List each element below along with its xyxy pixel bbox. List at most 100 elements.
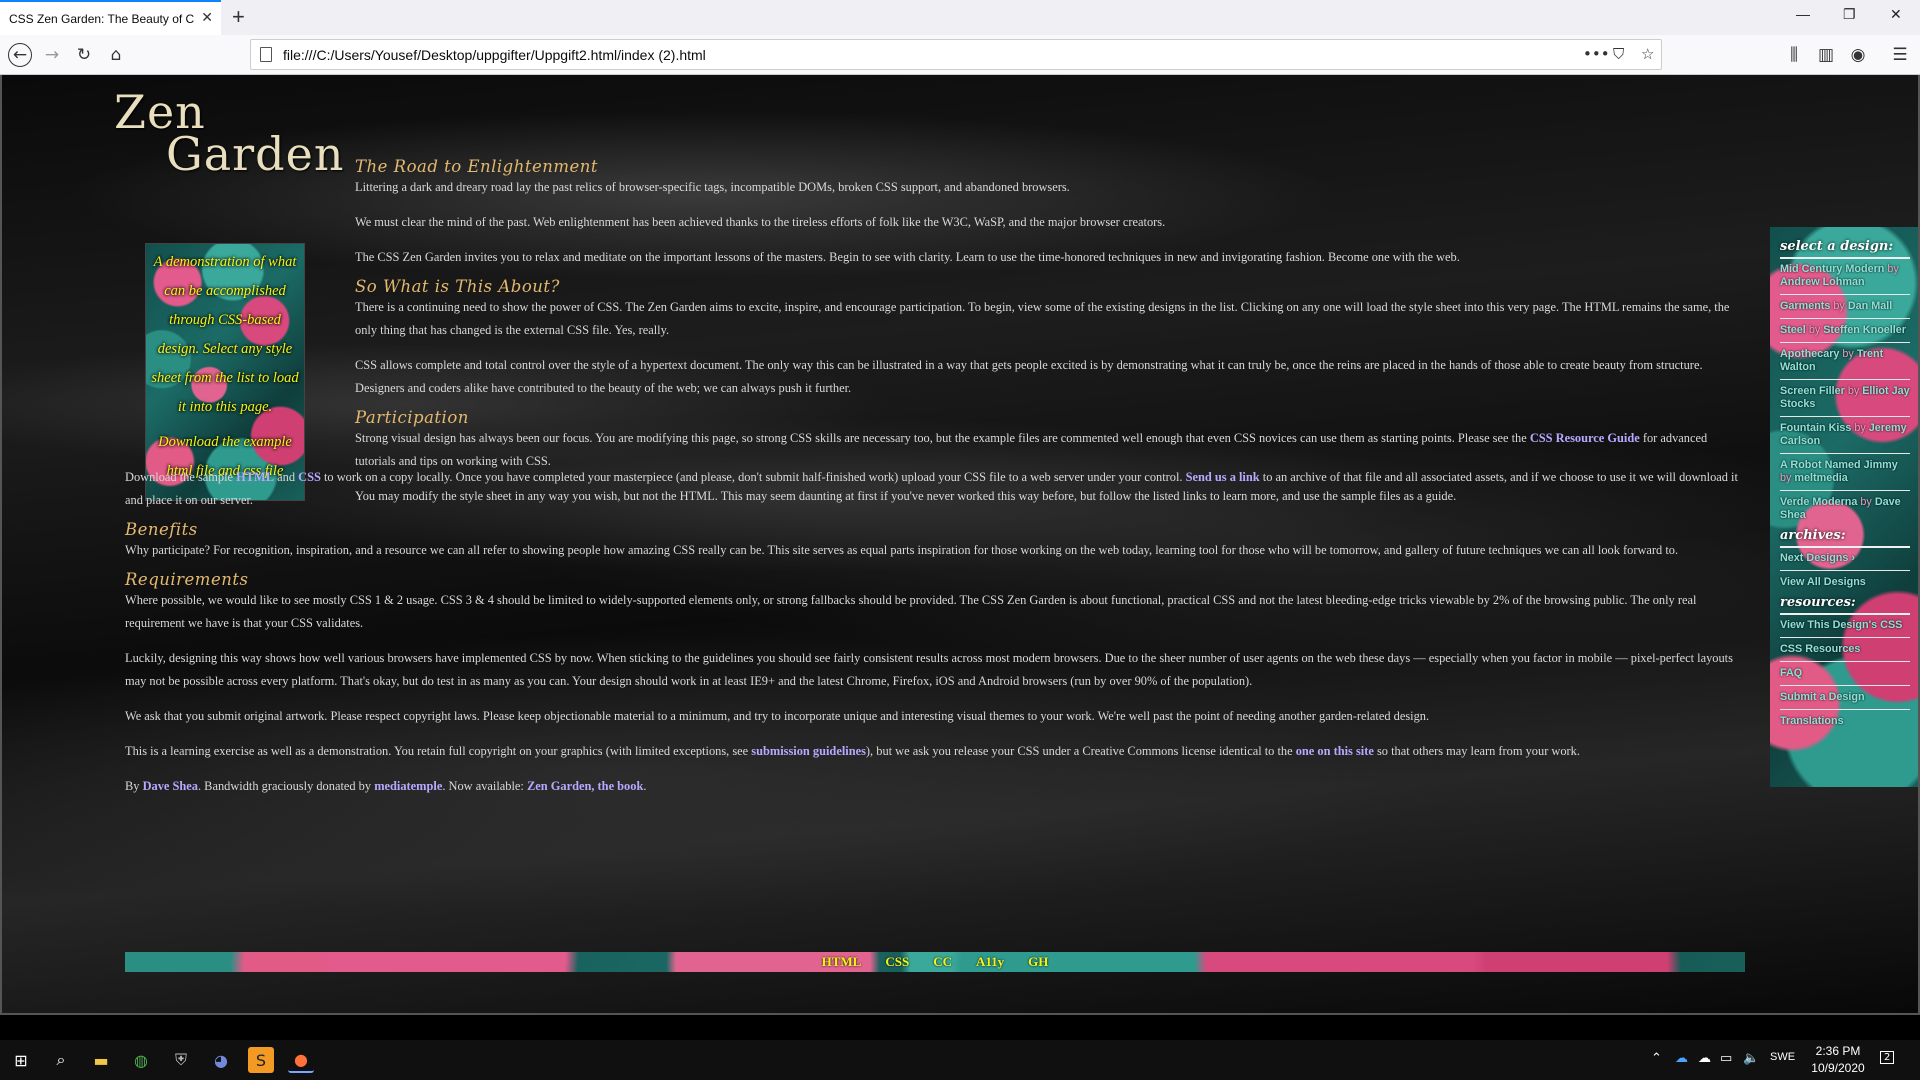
css-resource-guide-link[interactable]: CSS Resource Guide [1530, 431, 1640, 445]
design-name[interactable]: Screen Filler [1780, 385, 1845, 397]
resource-link[interactable]: FAQ [1780, 667, 1910, 680]
design-item[interactable]: Garments by Dan Mall [1780, 300, 1910, 313]
design-item[interactable]: Verde Moderna by Dave Shea [1780, 496, 1910, 522]
footer-link-a11y[interactable]: A11y [976, 954, 1004, 970]
resource-separator [1780, 685, 1910, 686]
forward-icon[interactable]: → [40, 43, 64, 67]
design-name[interactable]: Apothecary [1780, 348, 1839, 360]
onedrive-icon[interactable]: ☁ [1675, 1051, 1688, 1066]
url-text[interactable]: file:///C:/Users/Yousef/Desktop/uppgifte… [283, 47, 706, 63]
discord-icon[interactable]: ◕ [208, 1047, 234, 1073]
resource-link[interactable]: View This Design's CSS [1780, 619, 1910, 632]
req4-text-a: This is a learning exercise as well as a… [125, 744, 752, 758]
window-close-button[interactable]: ✕ [1890, 6, 1902, 23]
sidebar-rule [1780, 546, 1910, 548]
footer-link-html[interactable]: HTML [822, 954, 862, 970]
design-by: by [1842, 348, 1854, 360]
account-icon[interactable]: ◉ [1846, 43, 1870, 67]
clock-time: 2:36 PM [1815, 1044, 1861, 1058]
design-item[interactable]: Screen Filler by Elliot Jay Stocks [1780, 385, 1910, 411]
reload-icon[interactable]: ↻ [72, 43, 96, 67]
design-name[interactable]: Steel [1780, 324, 1806, 336]
sublime-text-icon[interactable]: S [248, 1047, 274, 1073]
page-actions-icon[interactable]: ••• [1583, 45, 1610, 63]
design-name[interactable]: A Robot Named Jimmy [1780, 459, 1898, 471]
credits-text-c: . Now available: [442, 779, 527, 793]
browser-toolbar: ← → ↻ ⌂ file:///C:/Users/Yousef/Desktop/… [0, 35, 1920, 75]
tab-close-icon[interactable]: ✕ [201, 9, 213, 26]
resource-link[interactable]: CSS Resources [1780, 643, 1910, 656]
req4-text-c: so that others may learn from your work. [1373, 744, 1580, 758]
url-bar[interactable]: file:///C:/Users/Yousef/Desktop/uppgifte… [250, 39, 1662, 70]
dave-shea-link[interactable]: Dave Shea [143, 779, 198, 793]
submission-guidelines-link[interactable]: submission guidelines [751, 744, 866, 758]
logo-line2: Garden [166, 127, 345, 181]
design-item[interactable]: Mid Century Modern by Andrew Lohman [1780, 263, 1910, 289]
network-icon[interactable]: ▭ [1720, 1051, 1732, 1066]
design-item[interactable]: Steel by Steffen Knoeller [1780, 324, 1910, 337]
notification-icon[interactable]: 2 [1880, 1051, 1895, 1064]
maximize-button[interactable]: ❐ [1843, 6, 1856, 23]
design-author[interactable]: Dan Mall [1848, 300, 1892, 312]
design-by: by [1808, 324, 1821, 336]
design-name[interactable]: Fountain Kiss [1780, 422, 1851, 434]
language-indicator[interactable]: SWE [1770, 1051, 1795, 1063]
menu-icon[interactable]: ☰ [1888, 43, 1912, 67]
design-author[interactable]: meltmedia [1794, 472, 1847, 484]
footer-link-cc[interactable]: CC [933, 954, 952, 970]
license-link[interactable]: one on this site [1296, 744, 1374, 758]
minimize-button[interactable]: — [1796, 6, 1810, 22]
requirements-paragraph-4: This is a learning exercise as well as a… [125, 740, 1745, 763]
shield-app-icon[interactable]: ⛨ [168, 1047, 194, 1073]
design-item[interactable]: A Robot Named Jimmy by meltmedia [1780, 459, 1910, 485]
footer-link-css[interactable]: CSS [885, 954, 909, 970]
pocket-icon[interactable]: ⛉ [1613, 45, 1624, 63]
design-separator [1780, 453, 1910, 454]
send-us-a-link[interactable]: Send us a link [1186, 470, 1260, 484]
resource-separator [1780, 709, 1910, 710]
browser-tab[interactable]: CSS Zen Garden: The Beauty of CSS Design… [0, 0, 221, 35]
bookmark-star-icon[interactable]: ☆ [1641, 45, 1654, 63]
design-name[interactable]: Mid Century Modern [1780, 263, 1884, 275]
archives-list: Next Designs › View All Designs [1780, 552, 1910, 589]
start-icon[interactable]: ⊞ [8, 1047, 34, 1073]
design-name[interactable]: Garments [1780, 300, 1830, 312]
download-html-link[interactable]: HTML [236, 470, 274, 484]
design-item[interactable]: Apothecary by Trent Walton [1780, 348, 1910, 374]
chrome-icon[interactable]: ◍ [128, 1047, 154, 1073]
credits-text-d: . [643, 779, 647, 793]
about-paragraph-1: There is a continuing need to show the p… [355, 300, 1730, 337]
resource-link[interactable]: Translations [1780, 715, 1910, 728]
library-icon[interactable]: ⫼ [1782, 43, 1806, 67]
footer-link-gh[interactable]: GH [1028, 954, 1048, 970]
back-icon[interactable]: ← [8, 43, 32, 67]
zen-garden-book-link[interactable]: Zen Garden, the book [527, 779, 643, 793]
sidebar-toggle-icon[interactable]: ▥ [1814, 43, 1838, 67]
designs-list: Mid Century Modern by Andrew Lohman Garme… [1780, 263, 1910, 522]
design-author[interactable]: Andrew Lohman [1780, 276, 1865, 288]
resource-link[interactable]: Submit a Design [1780, 691, 1910, 704]
file-explorer-icon[interactable]: ▬ [88, 1047, 114, 1073]
cloud-icon[interactable]: ☁ [1698, 1051, 1711, 1066]
heading-about: So What is This About? [355, 277, 560, 296]
design-name[interactable]: Verde Moderna [1780, 496, 1857, 508]
road-paragraph-2: We must clear the mind of the past. Web … [355, 215, 1166, 229]
requirements-paragraph-3: We ask that you submit original artwork.… [125, 709, 1430, 723]
design-item[interactable]: Fountain Kiss by Jeremy Carlson [1780, 422, 1910, 448]
archive-link[interactable]: View All Designs [1780, 576, 1910, 589]
heading-road: The Road to Enlightenment [355, 157, 599, 176]
firefox-icon[interactable]: ● [288, 1047, 314, 1073]
volume-icon[interactable]: 🔈 [1743, 1051, 1759, 1066]
heading-participation: Participation [355, 408, 469, 427]
tray-expand-icon[interactable]: ⌃ [1651, 1051, 1662, 1066]
home-icon[interactable]: ⌂ [104, 43, 128, 67]
design-author[interactable]: Steffen Knoeller [1823, 324, 1906, 336]
search-icon[interactable]: ⌕ [48, 1047, 74, 1073]
download-css-link[interactable]: CSS [298, 470, 321, 484]
archive-link[interactable]: Next Designs › [1780, 552, 1910, 565]
new-tab-button[interactable]: + [232, 4, 245, 30]
browser-title-bar: CSS Zen Garden: The Beauty of CSS Design… [0, 0, 1920, 35]
mediatemple-link[interactable]: mediatemple [374, 779, 442, 793]
design-by: by [1854, 422, 1866, 434]
clock[interactable]: 2:36 PM 10/9/2020 [1808, 1043, 1868, 1077]
